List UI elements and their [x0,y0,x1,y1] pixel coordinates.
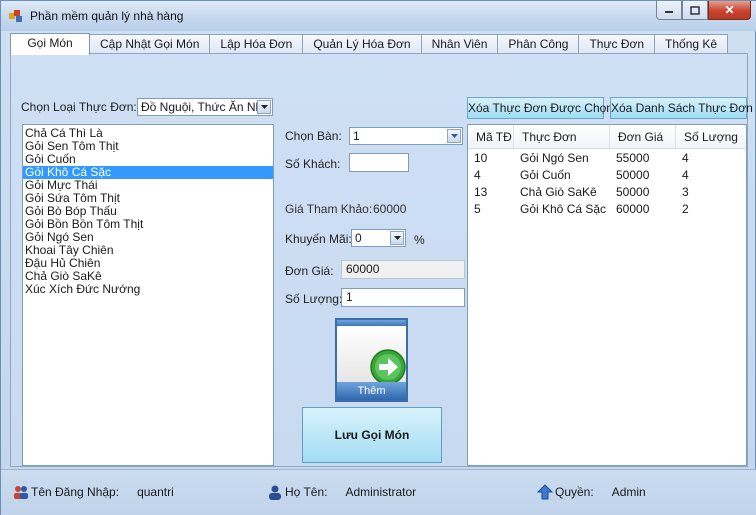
close-icon: ✕ [724,3,735,17]
menu-listbox[interactable]: Chả Cá Thì Là Gỏi Sen Tôm Thịt Gỏi Cuốn Gỏi… [22,124,274,466]
grid-header-cell[interactable]: Số Lượng [676,125,746,148]
table-row[interactable]: 4 Gỏi Cuốn 50000 4 [468,167,746,184]
grid-header-cell[interactable]: Mã TĐ [468,125,514,148]
table-cell: 13 [474,185,488,199]
table-cell: Gỏi Ngó Sen [520,151,589,165]
tab-cap-nhat-goi-mon[interactable]: Cập Nhật Gọi Món [89,34,211,54]
list-item[interactable]: Xúc Xích Đức Nướng [23,283,273,296]
table-cell: Gỏi Cuốn [520,168,571,182]
tab-nhan-vien[interactable]: Nhân Viên [420,34,499,54]
table-cell: 50000 [616,185,650,199]
grid-body: 10 Gỏi Ngó Sen 55000 4 4 Gỏi Cuốn 50000 4 13 Chả … [468,149,746,218]
category-label: Chọn Loại Thực Đơn: [21,100,137,114]
table-cell: Chả Giò SaKê [520,185,597,199]
name-label: Họ Tên: [285,485,328,499]
category-value: Đồ Nguội, Thức Ăn Nha [141,100,269,114]
table-cell: 50000 [616,168,650,182]
table-label: Chọn Bàn: [285,129,342,143]
qty-input[interactable]: 1 [341,288,465,307]
tab-lap-hoa-don[interactable]: Lập Hóa Đơn [209,34,304,54]
tab-thong-ke[interactable]: Thống Kê [654,34,729,54]
grid-header-cell[interactable]: Đơn Giá [610,125,676,148]
main-window: Phần mềm quản lý nhà hàng ✕ Gọi Món Cập … [0,0,756,515]
minimize-icon [665,11,673,13]
table-cell: 55000 [616,151,650,165]
table-cell: 4 [682,168,689,182]
table-row[interactable]: 5 Gỏi Khô Cá Sặc 60000 2 [468,201,746,218]
window-title: Phần mềm quản lý nhà hàng [30,9,184,23]
role-value: Admin [611,485,646,499]
ref-price-value: 60000 [373,202,407,216]
maximize-button[interactable] [682,1,708,20]
dropdown-arrow-icon[interactable] [390,231,404,245]
login-label: Tên Đăng Nhập: [31,485,120,499]
grid-header: Mã TĐ Thực Đơn Đơn Giá Số Lượng [468,125,746,149]
tab-page-goi-mon: Chọn Loại Thực Đơn: Đồ Nguội, Thức Ăn Nh… [10,53,753,467]
status-login: Tên Đăng Nhập: quantri [13,484,174,500]
table-cell: 2 [682,202,689,216]
login-value: quantri [137,485,174,499]
category-select[interactable]: Đồ Nguội, Thức Ăn Nha [137,98,273,116]
users-icon [14,486,28,499]
dropdown-arrow-icon[interactable] [447,129,461,143]
table-cell: 5 [474,202,481,216]
table-row[interactable]: 13 Chả Giò SaKê 50000 3 [468,184,746,201]
table-value: 1 [353,129,360,143]
table-cell: Gỏi Khô Cá Sặc [520,202,607,216]
arrow-right-icon [370,349,406,385]
delete-all-button[interactable]: Xóa Danh Sách Thực Đơn [610,97,753,119]
qty-label: Số Lượng: [285,292,343,306]
guests-label: Số Khách: [285,157,341,171]
add-button-label: Thêm [337,382,406,400]
order-grid[interactable]: Mã TĐ Thực Đơn Đơn Giá Số Lượng 10 Gỏi Ng… [467,124,747,466]
tab-strip: Gọi Món Cập Nhật Gọi Món Lập Hóa Đơn Quả… [10,33,729,55]
tab-thuc-don[interactable]: Thực Đơn [578,34,656,54]
unit-price-field: 60000 [341,260,465,279]
guests-input[interactable] [349,153,409,172]
table-cell: 10 [474,151,488,165]
status-role: Quyền: Admin [537,484,646,500]
tab-quan-ly-hoa-don[interactable]: Quản Lý Hóa Đơn [302,34,422,54]
table-cell: 4 [474,168,481,182]
table-cell: 60000 [616,202,650,216]
minimize-button[interactable] [656,1,682,20]
title-bar[interactable]: Phần mềm quản lý nhà hàng ✕ [1,1,756,31]
discount-value: 0 [355,231,362,245]
window-controls: ✕ [656,1,751,20]
delete-selected-button[interactable]: Xóa Thực Đơn Được Chọn [467,97,613,119]
user-icon [269,485,281,500]
table-row[interactable]: 10 Gỏi Ngó Sen 55000 4 [468,150,746,167]
save-order-button[interactable]: Lưu Gọi Món [302,407,442,463]
maximize-icon [690,5,700,15]
unit-price-label: Đơn Giá: [285,264,334,278]
app-icon [9,10,22,22]
tab-phan-cong[interactable]: Phân Công [497,34,580,54]
table-cell: 3 [682,185,689,199]
grid-header-cell[interactable]: Thực Đơn [514,125,610,148]
upload-arrow-icon [537,484,553,500]
role-label: Quyền: [555,485,594,499]
discount-label: Khuyến Mãi: [285,232,352,246]
table-cell: 4 [682,151,689,165]
discount-select[interactable]: 0 [351,229,406,247]
table-select[interactable]: 1 [349,127,463,145]
name-value: Administrator [345,485,417,499]
ref-price-label: Giá Tham Khảo: [285,202,373,216]
discount-unit: % [414,233,425,247]
status-name: Họ Tên: Administrator [267,484,416,500]
add-button-body [337,326,406,385]
tab-goi-mon[interactable]: Gọi Món [10,33,90,55]
status-bar: Tên Đăng Nhập: quantri Họ Tên: Administr… [1,469,756,515]
add-button[interactable]: Thêm [335,318,408,402]
close-button[interactable]: ✕ [708,1,751,20]
dropdown-arrow-icon[interactable] [257,100,271,114]
